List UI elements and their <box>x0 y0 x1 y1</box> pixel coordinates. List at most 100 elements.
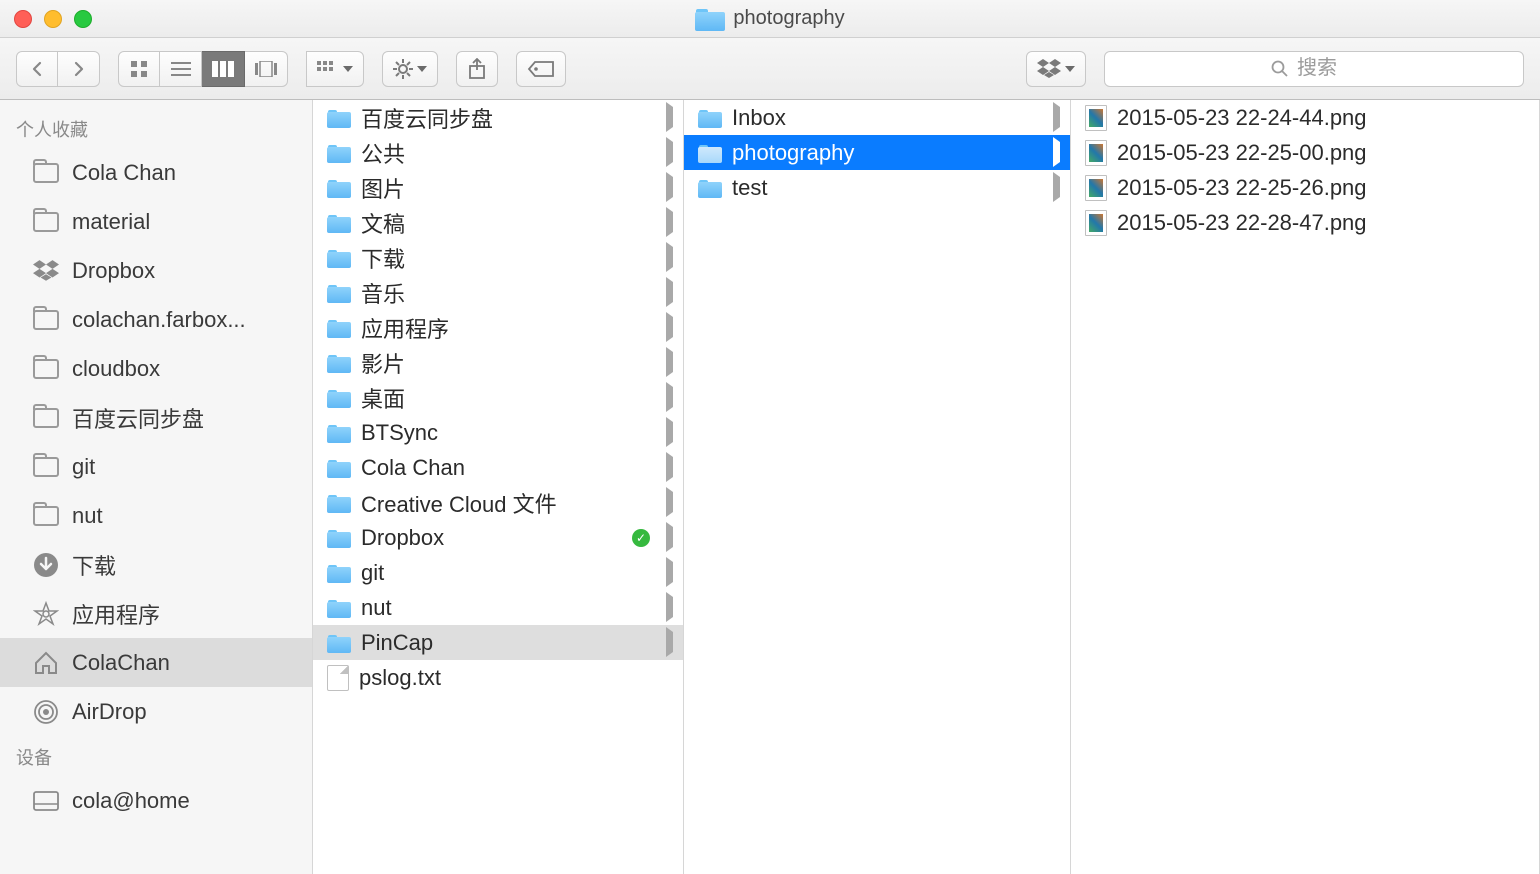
close-window-button[interactable] <box>14 10 32 28</box>
file-row[interactable]: 桌面 <box>313 380 683 415</box>
sidebar-item[interactable]: cola@home <box>0 776 312 825</box>
file-row[interactable]: 图片 <box>313 170 683 205</box>
folder-icon <box>327 178 351 198</box>
sidebar-item-label: git <box>72 454 95 480</box>
sidebar-item-label: cola@home <box>72 788 190 814</box>
file-row[interactable]: 2015-05-23 22-24-44.png <box>1071 100 1539 135</box>
minimize-window-button[interactable] <box>44 10 62 28</box>
folder-icon <box>32 357 60 381</box>
file-label: 百度云同步盘 <box>361 102 493 134</box>
grid-icon <box>130 60 148 78</box>
sidebar-item-label: ColaChan <box>72 650 170 676</box>
sidebar-item[interactable]: AirDrop <box>0 687 312 736</box>
chevron-right-icon <box>666 212 673 233</box>
search-field[interactable] <box>1104 51 1524 87</box>
nav-buttons <box>16 51 100 87</box>
action-button[interactable] <box>382 51 438 87</box>
file-row[interactable]: Inbox <box>684 100 1070 135</box>
coverflow-icon <box>255 61 277 77</box>
file-label: pslog.txt <box>359 665 441 691</box>
folder-icon <box>327 248 351 268</box>
traffic-lights <box>14 10 92 28</box>
file-row[interactable]: BTSync <box>313 415 683 450</box>
forward-button[interactable] <box>58 51 100 87</box>
file-label: 应用程序 <box>361 312 449 344</box>
file-label: git <box>361 560 384 586</box>
file-label: BTSync <box>361 420 438 446</box>
sidebar-item[interactable]: Cola Chan <box>0 148 312 197</box>
icon-view-button[interactable] <box>118 51 160 87</box>
chevron-right-icon <box>666 282 673 303</box>
file-row[interactable]: nut <box>313 590 683 625</box>
search-input[interactable] <box>1297 57 1357 80</box>
file-label: 2015-05-23 22-28-47.png <box>1117 210 1367 236</box>
arrange-icon <box>317 61 339 77</box>
zoom-window-button[interactable] <box>74 10 92 28</box>
sidebar: 个人收藏Cola ChanmaterialDropboxcolachan.far… <box>0 100 313 874</box>
folder-icon <box>327 493 351 513</box>
back-button[interactable] <box>16 51 58 87</box>
chevron-right-icon <box>666 492 673 513</box>
file-row[interactable]: 文稿 <box>313 205 683 240</box>
share-icon <box>468 58 486 80</box>
window-title-label: photography <box>733 7 844 30</box>
file-label: 下载 <box>361 242 405 274</box>
file-row[interactable]: test <box>684 170 1070 205</box>
sidebar-item[interactable]: 下载 <box>0 540 312 589</box>
chevron-right-icon <box>666 597 673 618</box>
airdrop-icon <box>32 700 60 724</box>
sidebar-item-label: 下载 <box>72 549 116 581</box>
folder-icon <box>327 283 351 303</box>
chevron-down-icon <box>343 66 353 72</box>
folder-icon <box>698 178 722 198</box>
chevron-right-icon <box>1053 177 1060 198</box>
file-row[interactable]: 公共 <box>313 135 683 170</box>
sidebar-item[interactable]: nut <box>0 491 312 540</box>
chevron-left-icon <box>31 61 43 77</box>
dropbox-button[interactable] <box>1026 51 1086 87</box>
file-row[interactable]: PinCap <box>313 625 683 660</box>
file-row[interactable]: Dropbox✓ <box>313 520 683 555</box>
home-icon <box>32 651 60 675</box>
gear-icon <box>393 59 413 79</box>
folder-icon <box>327 528 351 548</box>
sidebar-item[interactable]: ColaChan <box>0 638 312 687</box>
file-row[interactable]: 百度云同步盘 <box>313 100 683 135</box>
chevron-right-icon <box>666 177 673 198</box>
disk-icon <box>32 789 60 813</box>
column-view-button[interactable] <box>202 51 245 87</box>
file-row[interactable]: 下载 <box>313 240 683 275</box>
file-row[interactable]: 2015-05-23 22-28-47.png <box>1071 205 1539 240</box>
chevron-right-icon <box>666 107 673 128</box>
sidebar-item[interactable]: material <box>0 197 312 246</box>
file-row[interactable]: pslog.txt <box>313 660 683 695</box>
file-row[interactable]: Creative Cloud 文件 <box>313 485 683 520</box>
file-row[interactable]: 应用程序 <box>313 310 683 345</box>
tags-button[interactable] <box>516 51 566 87</box>
sidebar-item[interactable]: Dropbox <box>0 246 312 295</box>
file-row[interactable]: 影片 <box>313 345 683 380</box>
coverflow-view-button[interactable] <box>245 51 288 87</box>
chevron-right-icon <box>666 632 673 653</box>
folder-icon <box>32 161 60 185</box>
folder-icon <box>327 143 351 163</box>
file-label: 2015-05-23 22-25-26.png <box>1117 175 1367 201</box>
folder-icon <box>32 308 60 332</box>
file-row[interactable]: git <box>313 555 683 590</box>
file-row[interactable]: photography <box>684 135 1070 170</box>
sidebar-item[interactable]: 应用程序 <box>0 589 312 638</box>
sidebar-item[interactable]: cloudbox <box>0 344 312 393</box>
file-row[interactable]: 2015-05-23 22-25-26.png <box>1071 170 1539 205</box>
sidebar-item[interactable]: 百度云同步盘 <box>0 393 312 442</box>
file-row[interactable]: 2015-05-23 22-25-00.png <box>1071 135 1539 170</box>
sidebar-section-header: 个人收藏 <box>0 108 312 148</box>
sidebar-item[interactable]: colachan.farbox... <box>0 295 312 344</box>
sidebar-item[interactable]: git <box>0 442 312 491</box>
share-button[interactable] <box>456 51 498 87</box>
arrange-button[interactable] <box>306 51 364 87</box>
file-label: Creative Cloud 文件 <box>361 487 557 519</box>
file-row[interactable]: Cola Chan <box>313 450 683 485</box>
list-view-button[interactable] <box>160 51 202 87</box>
folder-icon <box>327 458 351 478</box>
file-row[interactable]: 音乐 <box>313 275 683 310</box>
